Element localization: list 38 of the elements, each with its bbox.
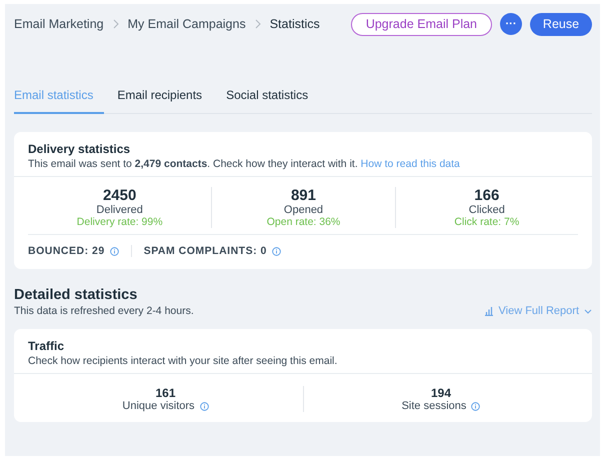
card-description: Check how recipients interact with your site after seeing this email. [28, 355, 338, 367]
reuse-button[interactable]: Reuse [530, 12, 592, 36]
chevron-right-icon [112, 19, 119, 29]
info-icon[interactable] [471, 402, 480, 410]
metric-value: 2450 [102, 187, 136, 204]
metric-value: 891 [290, 187, 316, 204]
stat-label: BOUNCED: 29 [28, 245, 105, 257]
section-title: Detailed statistics [14, 287, 138, 303]
chevron-right-icon [254, 19, 261, 29]
upgrade-plan-button[interactable]: Upgrade Email Plan [350, 12, 492, 36]
breadcrumb-link[interactable]: Email Marketing [14, 17, 104, 31]
metric-label: Clicked [468, 204, 505, 216]
breadcrumb-link[interactable]: My Email Campaigns [128, 17, 246, 31]
stat-label: SPAM COMPLAINTS: 0 [144, 245, 267, 257]
info-icon[interactable] [110, 246, 119, 256]
metric-label: Site sessions [402, 400, 466, 412]
metric-rate: Click rate: 7% [454, 216, 520, 228]
more-actions-button[interactable]: ··· [500, 13, 522, 35]
metric-value: 161 [155, 386, 176, 400]
bar-chart-icon [484, 306, 494, 316]
metric-value: 194 [430, 386, 452, 400]
tab[interactable]: Email recipients [106, 82, 214, 114]
metric-rate: Delivery rate: 99% [76, 216, 163, 228]
card-description: This email was sent to 2,479 contacts. Check how they interact with it. How to read this data [28, 158, 461, 170]
tab[interactable]: Social statistics [215, 82, 320, 114]
help-link[interactable]: How to read this data [360, 158, 460, 170]
metric-label: Delivered [96, 204, 143, 216]
metric-label: Opened [284, 204, 324, 216]
metric-rate: Open rate: 36% [266, 216, 340, 228]
card-title: Traffic [28, 339, 66, 353]
chevron-down-icon [584, 308, 592, 314]
info-icon[interactable] [200, 402, 209, 410]
info-icon[interactable] [272, 246, 281, 256]
card-title: Delivery statistics [28, 142, 132, 156]
metric-label: Unique visitors [122, 400, 195, 412]
metric-value: 166 [474, 187, 500, 204]
current-page-title: Statistics [270, 17, 320, 31]
section-subtitle: This data is refreshed every 2-4 hours. [14, 305, 194, 317]
